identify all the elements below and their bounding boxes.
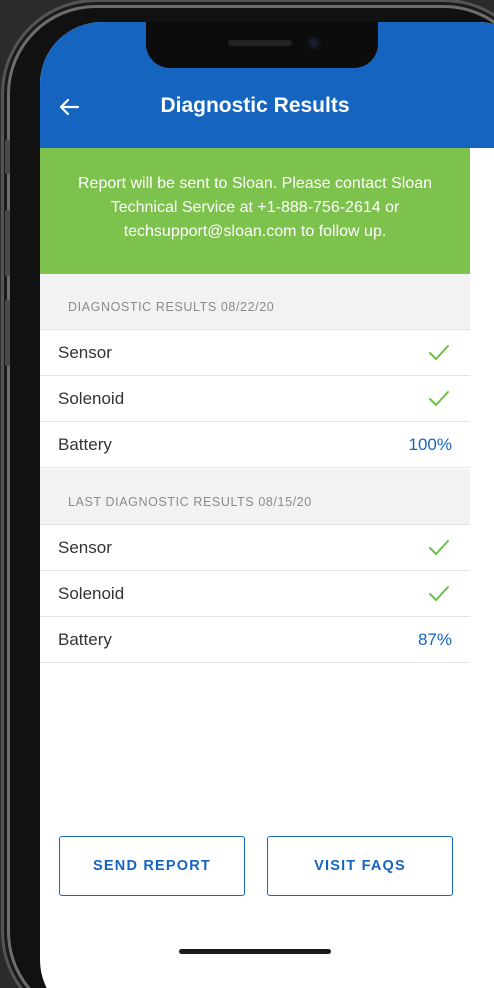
page-title: Diagnostic Results — [160, 94, 350, 117]
home-indicator[interactable] — [179, 949, 331, 954]
list-item: Solenoid — [40, 571, 470, 617]
row-label: Solenoid — [58, 389, 125, 408]
visit-faqs-button[interactable]: VISIT FAQS — [267, 836, 453, 896]
battery-value: 100% — [408, 435, 452, 454]
list-item: Battery 100% — [40, 422, 470, 468]
camera-icon — [307, 36, 321, 50]
info-banner: Report will be sent to Sloan. Please con… — [40, 148, 470, 274]
stage: Diagnostic Results Report will be sent t… — [0, 0, 494, 988]
list-item: Sensor — [40, 330, 470, 376]
row-label: Solenoid — [58, 584, 125, 603]
side-button — [5, 300, 10, 366]
check-icon — [429, 345, 449, 360]
phone-screen: Diagnostic Results Report will be sent t… — [40, 22, 494, 988]
battery-value: 87% — [417, 630, 452, 649]
section-header-current: DIAGNOSTIC RESULTS 08/22/20 — [40, 274, 470, 330]
row-label: Sensor — [58, 343, 112, 362]
list-item: Solenoid — [40, 376, 470, 422]
list-item: Sensor — [40, 525, 470, 571]
row-label: Sensor — [58, 538, 112, 557]
speaker-grille — [228, 40, 292, 46]
send-report-button[interactable]: SEND REPORT — [59, 836, 245, 896]
side-button — [5, 140, 10, 174]
check-icon — [429, 540, 449, 555]
notch — [146, 22, 378, 68]
row-label: Battery — [58, 630, 112, 649]
row-label: Battery — [58, 435, 112, 454]
section-header-last: LAST DIAGNOSTIC RESULTS 08/15/20 — [40, 469, 470, 525]
list-item: Battery 87% — [40, 617, 470, 663]
side-button — [5, 210, 10, 276]
check-icon — [429, 586, 449, 601]
check-icon — [429, 391, 449, 406]
